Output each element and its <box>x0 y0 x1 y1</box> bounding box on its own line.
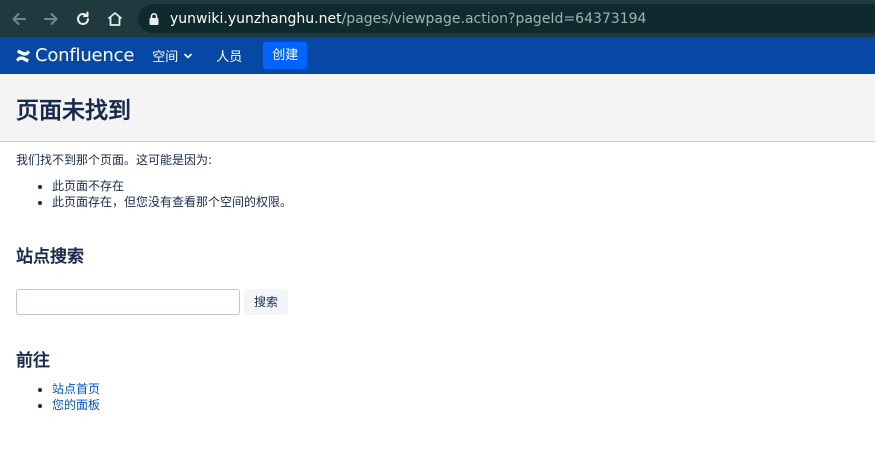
reload-button[interactable] <box>72 8 94 30</box>
main-content: 我们找不到那个页面。这可能是因为: 此页面不存在 此页面存在，但您没有查看那个空… <box>0 142 875 413</box>
browser-toolbar: yunwiki.yunzhanghu.net/pages/viewpage.ac… <box>0 0 875 37</box>
list-item: 您的面板 <box>52 397 875 413</box>
chevron-down-icon <box>184 53 193 59</box>
dashboard-link[interactable]: 您的面板 <box>52 398 100 412</box>
nav-people[interactable]: 人员 <box>216 46 242 65</box>
page-title: 页面未找到 <box>16 97 131 124</box>
lock-icon[interactable] <box>148 12 160 26</box>
forward-button[interactable] <box>40 8 62 30</box>
url-host: yunwiki.yunzhanghu.net <box>170 10 342 27</box>
list-item: 站点首页 <box>52 381 875 397</box>
address-bar[interactable]: yunwiki.yunzhanghu.net/pages/viewpage.ac… <box>138 4 875 33</box>
nav-spaces[interactable]: 空间 <box>152 46 193 65</box>
intro-text: 我们找不到那个页面。这可能是因为: <box>16 153 213 167</box>
page-header: 页面未找到 <box>0 74 875 142</box>
search-button[interactable]: 搜索 <box>244 289 289 315</box>
nav-people-label: 人员 <box>216 50 243 65</box>
confluence-logo[interactable]: Confluence <box>15 45 134 66</box>
reason-item: 此页面存在，但您没有查看那个空间的权限。 <box>52 194 875 210</box>
reason-item: 此页面不存在 <box>52 178 875 194</box>
site-home-link[interactable]: 站点首页 <box>52 382 100 396</box>
confluence-logo-icon <box>16 49 30 62</box>
reload-icon <box>77 11 89 25</box>
nav-spaces-label: 空间 <box>152 50 179 65</box>
logo-text: Confluence <box>35 45 135 66</box>
back-button[interactable] <box>8 8 30 30</box>
home-button[interactable] <box>104 8 126 30</box>
reason-list: 此页面不存在 此页面存在，但您没有查看那个空间的权限。 <box>16 178 875 210</box>
search-form: 搜索 <box>16 289 875 315</box>
goto-heading: 前往 <box>16 351 50 371</box>
arrow-right-icon <box>44 12 58 25</box>
search-input[interactable] <box>16 289 240 315</box>
home-icon <box>107 11 123 26</box>
goto-links: 站点首页 您的面板 <box>16 381 875 413</box>
app-header: Confluence 空间 人员 创建 <box>0 37 875 74</box>
create-button[interactable]: 创建 <box>263 42 308 69</box>
url-path: /pages/viewpage.action?pageId=64373194 <box>341 10 647 27</box>
search-heading: 站点搜索 <box>16 247 84 267</box>
arrow-left-icon <box>12 12 26 25</box>
